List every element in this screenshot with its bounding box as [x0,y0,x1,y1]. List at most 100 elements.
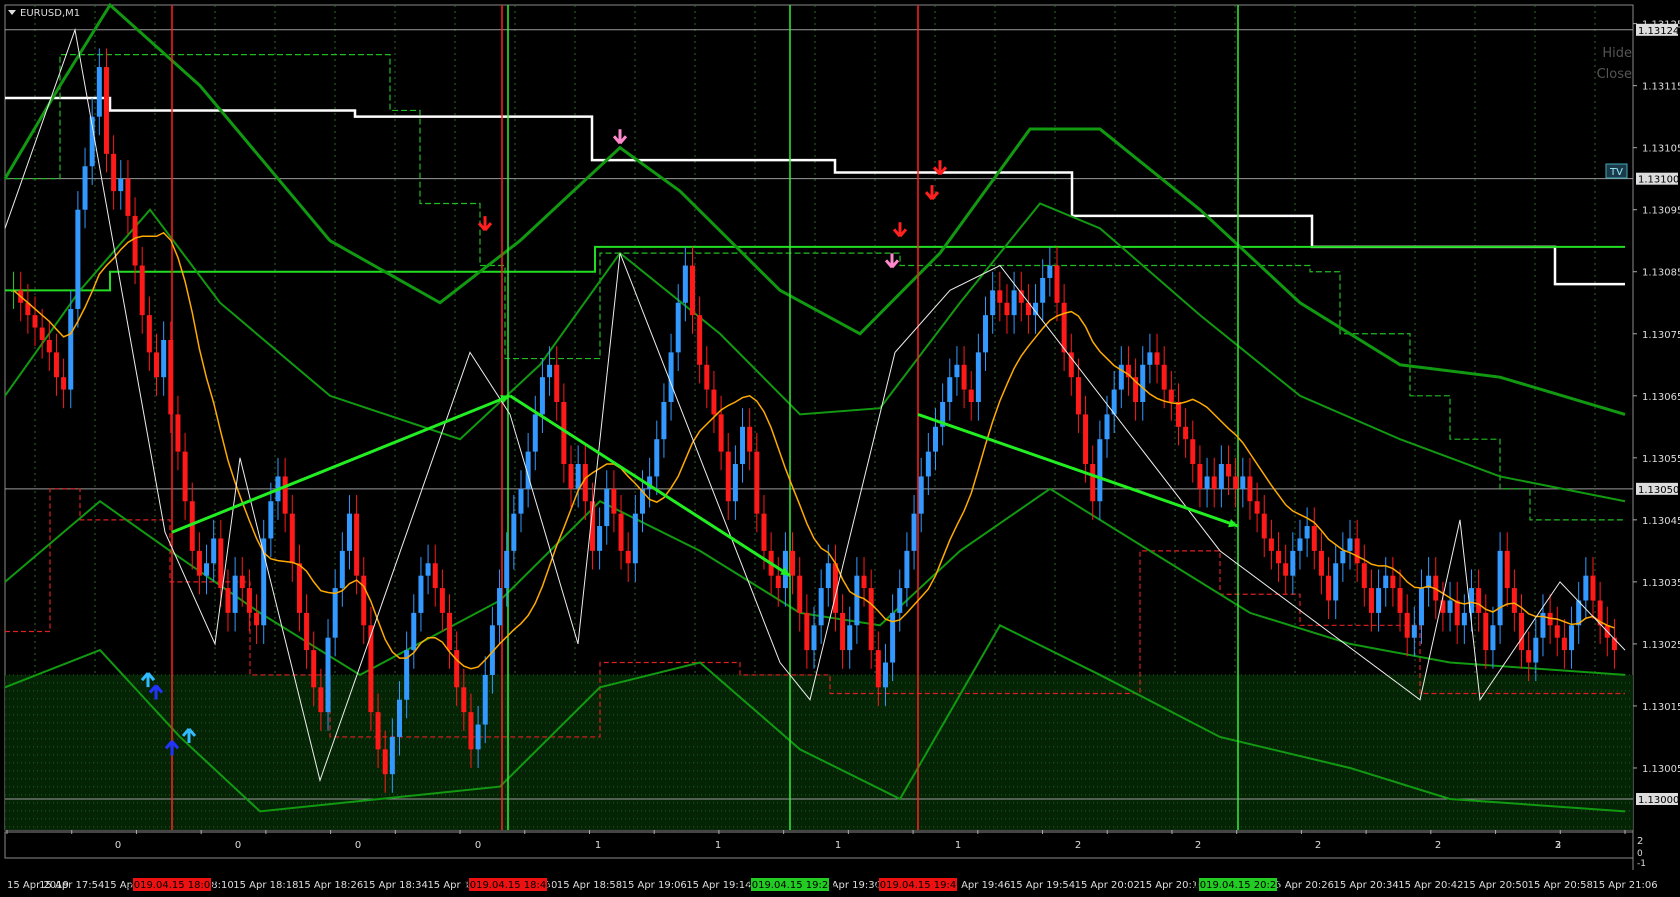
candle-body [447,612,453,651]
sub-pane-frame [4,831,1634,859]
candle-body [61,377,67,390]
candle-body [1018,290,1024,303]
candle-body [904,550,910,589]
candle-body [1397,588,1403,613]
candle-body [146,315,152,353]
trading-chart-window[interactable]: 1.131251.131151.131051.130951.130851.130… [0,0,1680,897]
hide-button[interactable]: Hide [1602,46,1632,61]
candle-body [947,377,953,402]
candle-body [132,215,138,266]
y-tick-label: 1.13095 [1642,206,1680,217]
candle-body [482,674,488,725]
candle-body [1140,364,1146,402]
candle-body [325,637,331,713]
x-tick-label: 15 Apr 18:18 [233,880,298,891]
tv-badge[interactable]: TV [1609,167,1623,178]
candle-body [697,315,703,365]
candle-body [1204,476,1210,489]
candle-body [1061,302,1067,353]
candle-body [161,339,167,378]
candle-body [139,265,145,316]
time-marker-label: 2019.04.15 19:40 [873,880,962,891]
candle-body [425,563,431,576]
subwindow-count: 0 [355,840,361,851]
candle-body [632,513,638,564]
x-tick-label: 15 Apr 20:42 [1398,880,1463,891]
candle-body [1476,588,1482,613]
candle-body [1347,538,1353,551]
candle-body [882,662,888,688]
price-chart[interactable]: 1.131251.131151.131051.130951.130851.130… [0,0,1680,897]
candle-body [103,67,109,154]
candle-body [332,588,338,638]
y-tick-label: 1.13025 [1642,640,1680,651]
candle-body [968,389,974,402]
candle-body [1268,538,1274,551]
candle-body [861,575,867,589]
candle-body [468,712,474,750]
candle-body [897,588,903,613]
candle-body [1304,526,1310,539]
price-tag-label: 1.13000 [1638,795,1679,806]
candle-body [1554,625,1560,638]
candle-body [196,550,202,576]
candle-body [1311,526,1317,551]
price-tag-label: 1.13050 [1638,485,1679,496]
candle-body [361,575,367,626]
subwindow-count: 0 [235,840,241,851]
candle-body [668,352,674,402]
candle-body [1569,625,1575,651]
candle-body [554,364,560,402]
candle-body [439,588,445,613]
candle-body [990,290,996,316]
candle-body [418,575,424,613]
candle-body [1154,352,1160,365]
candle-body [911,513,917,551]
x-tick-label: 15 Apr 17:54 [39,880,104,891]
candle-body [1047,265,1053,278]
candle-body [1075,377,1081,415]
candle-body [1283,563,1289,576]
candle-body [296,563,302,613]
candle-body [396,699,402,737]
candle-body [797,575,803,613]
candle-body [411,612,417,651]
candle-body [1526,650,1532,663]
collapse-triangle-icon[interactable] [8,10,16,15]
y-tick-label: 1.13015 [1642,702,1680,713]
candle-body [182,451,188,502]
candle-body [1390,575,1396,589]
candle-body [268,501,274,539]
candle-body [725,451,731,502]
candle-body [304,612,310,651]
candle-body [661,401,667,440]
candle-body [1254,501,1260,514]
x-tick-label: 15 Apr 19:54 [1010,880,1075,891]
candle-body [53,352,59,378]
subwindow-count: 1 [955,840,961,851]
candle-body [375,712,381,750]
pink-arrow-icon [884,253,900,269]
candle-body [618,513,624,551]
candle-body [1040,277,1046,303]
candle-body [961,364,967,390]
candle-body [218,538,224,589]
time-marker-label: 2019.04.15 18:49 [463,880,552,891]
candle-body [1147,352,1153,365]
candle-body [454,650,460,688]
candle-body [1004,302,1010,316]
candle-body [690,265,696,316]
candle-body [204,563,210,576]
candle-body [818,588,824,626]
x-tick-label: 15 Apr 20:50 [1463,880,1528,891]
subwindow-axis-label: 0 [1637,849,1643,859]
candle-body [318,687,324,713]
close-button[interactable]: Close [1597,67,1632,82]
y-tick-label: 1.13045 [1642,516,1680,527]
candle-body [354,513,360,576]
candle-body [475,724,481,750]
subwindow-count: 1 [835,840,841,851]
subwindow-count: 1 [595,840,601,851]
candle-body [854,575,860,626]
candle-body [1183,426,1189,440]
